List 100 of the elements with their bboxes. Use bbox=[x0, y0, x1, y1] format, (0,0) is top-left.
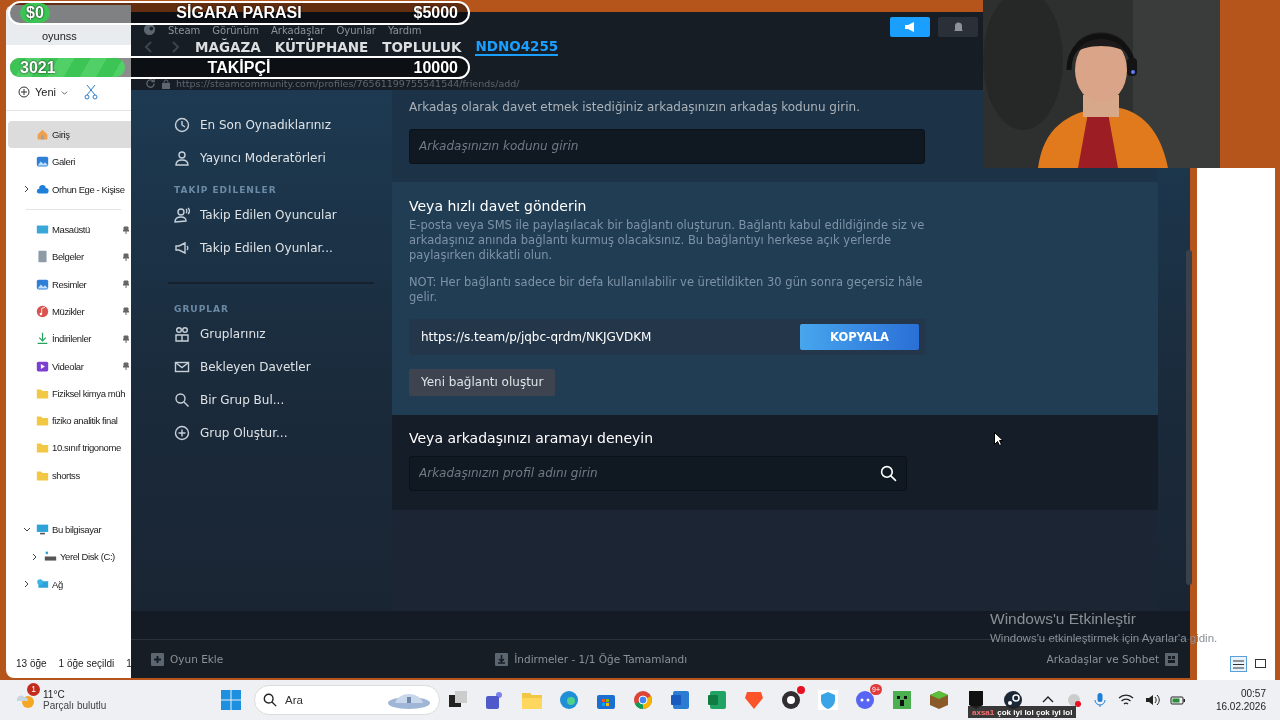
goal-target: 10000 bbox=[413, 58, 458, 77]
goal-label: SİGARA PARASI bbox=[176, 4, 302, 22]
nav-item[interactable]: 10.sınıf trigonome bbox=[8, 434, 131, 462]
cursor-icon bbox=[994, 432, 1003, 446]
nav-item[interactable]: fiziko analitik final bbox=[8, 406, 131, 435]
nav-item[interactable]: Belgeler bbox=[8, 243, 131, 271]
plus-icon bbox=[151, 652, 164, 666]
sidebar-item[interactable]: En Son Oynadıklarınız bbox=[131, 108, 392, 142]
tray-app-icon[interactable] bbox=[1065, 692, 1082, 708]
profile-search-field[interactable]: Arkadaşınızın profil adını girin bbox=[409, 455, 907, 491]
nav-item[interactable]: Bu bilgisayar bbox=[8, 515, 131, 544]
caret-icon bbox=[61, 88, 68, 96]
nav-tab[interactable]: NDNO4255 bbox=[475, 38, 559, 56]
new-link-button[interactable]: Yeni bağlantı oluştur bbox=[409, 368, 556, 396]
taskbar-search-field[interactable]: Ara bbox=[254, 685, 440, 715]
window-title: oyunss bbox=[42, 30, 77, 42]
bell-button[interactable] bbox=[938, 17, 978, 37]
desktop-icon bbox=[36, 223, 49, 237]
speaker-icon[interactable] bbox=[1143, 692, 1160, 708]
start-button[interactable] bbox=[220, 689, 242, 711]
sidebar-item[interactable]: Grup Oluştur... bbox=[131, 416, 392, 450]
nav-item[interactable]: Videolar bbox=[8, 352, 131, 380]
downloads-button[interactable]: İndirmeler - 1/1 Öğe Tamamlandı bbox=[489, 651, 694, 667]
nav-item[interactable]: shortss bbox=[8, 461, 131, 489]
menu-item[interactable]: Oyunlar bbox=[336, 25, 376, 36]
network-icon bbox=[36, 577, 49, 591]
search-icon bbox=[174, 392, 190, 409]
grass-block-icon[interactable] bbox=[928, 689, 950, 711]
url-text: https://steamcommunity.com/profiles/76561199755541544/friends/add/ bbox=[176, 77, 520, 89]
megaphone-icon bbox=[904, 21, 916, 33]
nav-item[interactable]: Masaüstü bbox=[8, 215, 131, 244]
add-game-button[interactable]: Oyun Ekle bbox=[145, 651, 230, 667]
nav-item[interactable]: Giriş bbox=[8, 121, 131, 149]
search-icon[interactable] bbox=[880, 464, 897, 482]
section-title: Veya arkadaşınızı aramayı deneyin bbox=[409, 429, 654, 446]
picture-frame-icon bbox=[36, 277, 49, 291]
microphone-icon[interactable] bbox=[1091, 692, 1108, 708]
spreadsheet-icon[interactable] bbox=[706, 689, 728, 711]
menu-item[interactable]: Steam bbox=[168, 25, 201, 36]
folder-icon bbox=[36, 386, 49, 400]
nav-item[interactable]: Yerel Disk (C:) bbox=[8, 543, 131, 571]
search-placeholder: Ara bbox=[285, 694, 303, 706]
group-icon bbox=[174, 326, 190, 343]
download-icon bbox=[36, 332, 49, 346]
temperature-text: 11°C bbox=[43, 689, 66, 700]
list-view-button[interactable] bbox=[1230, 656, 1247, 672]
sidebar-item[interactable]: Gruplarınız bbox=[131, 317, 392, 351]
scissors-icon[interactable] bbox=[84, 84, 98, 100]
folder-icon bbox=[36, 414, 49, 428]
sidebar-item[interactable]: Yayıncı Moderatörleri bbox=[131, 141, 392, 175]
search-icon bbox=[263, 693, 277, 707]
menu-item[interactable]: Görünüm bbox=[212, 25, 260, 36]
friend-code-field[interactable]: Arkadaşınızın kodunu girin bbox=[409, 128, 925, 164]
sidebar-item[interactable]: Bekleyen Davetler bbox=[131, 350, 392, 384]
new-button[interactable]: Yeni bbox=[16, 84, 70, 100]
clock-date[interactable]: 16.02.2026 bbox=[1215, 701, 1266, 712]
nav-item[interactable]: Fiziksel kimya müh bbox=[8, 379, 131, 407]
nav-tab[interactable]: KÜTÜPHANE bbox=[274, 39, 369, 55]
plus-icon bbox=[174, 425, 190, 442]
status-text: 13 öğe bbox=[16, 657, 47, 669]
disk-icon bbox=[44, 550, 57, 564]
nav-item[interactable]: Orhun Ege - Kişise bbox=[8, 175, 131, 203]
description-text: E-posta veya SMS ile paylaşılacak bir bağlantı oluşturun. Bağlantı kabul edildiğinde siz ve arkadaşınız anında bağlantı kurmuş olacaksınız. Bu bağlantıyı herkese açık yerlerde paylaşırken dikkatli olun. bbox=[409, 217, 925, 263]
goal-value: $0 bbox=[20, 3, 50, 23]
refresh-icon[interactable] bbox=[145, 77, 156, 89]
section-heading: TAKİP EDİLENLER bbox=[173, 183, 278, 197]
nav-tab[interactable]: MAĞAZA bbox=[195, 39, 261, 55]
sidebar-item[interactable]: Takip Edilen Oyunlar... bbox=[131, 231, 392, 265]
nav-item[interactable]: Resimler bbox=[8, 270, 131, 298]
clock-time[interactable]: 00:57 bbox=[1240, 688, 1266, 699]
goal-label: TAKİPÇİ bbox=[207, 58, 271, 77]
copy-button[interactable]: KOPYALA bbox=[800, 323, 919, 350]
nav-item[interactable]: Müzikler bbox=[8, 297, 131, 326]
folder-icon bbox=[36, 468, 49, 482]
download-icon bbox=[495, 652, 509, 666]
megaphone-icon bbox=[174, 240, 190, 257]
block-icon[interactable] bbox=[891, 689, 913, 711]
menu-item[interactable]: Arkadaşlar bbox=[271, 25, 325, 36]
list-icon bbox=[1233, 659, 1244, 669]
home-icon bbox=[36, 128, 49, 142]
weather-text: Parçalı bulutlu bbox=[43, 700, 107, 711]
document-icon[interactable] bbox=[669, 689, 691, 711]
monitor-icon bbox=[36, 523, 49, 536]
nav-item[interactable]: Galeri bbox=[8, 148, 131, 176]
menu-item[interactable]: Yardım bbox=[387, 25, 422, 36]
megaphone-button[interactable] bbox=[890, 17, 930, 37]
shield-icon[interactable] bbox=[817, 689, 839, 711]
sidebar-item[interactable]: Takip Edilen Oyuncular bbox=[131, 198, 392, 232]
plus-icon bbox=[18, 86, 30, 98]
friends-chat-button[interactable]: Arkadaşlar ve Sohbet bbox=[1040, 651, 1184, 667]
note-text: NOT: Her bağlantı sadece bir defa kullanılabilir ve üretildikten 30 gün sonra geçersiz hâle gelir. bbox=[409, 274, 924, 305]
landmark-icon[interactable] bbox=[387, 691, 431, 709]
app-icon[interactable] bbox=[780, 689, 802, 711]
nav-tab[interactable]: TOPLULUK bbox=[382, 39, 462, 55]
nav-item[interactable]: İndirilenler bbox=[8, 325, 131, 353]
nav-item[interactable]: Ağ bbox=[8, 570, 131, 598]
scrollbar[interactable] bbox=[1186, 250, 1192, 585]
section-heading: GRUPLAR bbox=[173, 302, 230, 316]
sidebar-item[interactable]: Bir Grup Bul... bbox=[131, 383, 392, 417]
clock-icon bbox=[174, 117, 190, 134]
